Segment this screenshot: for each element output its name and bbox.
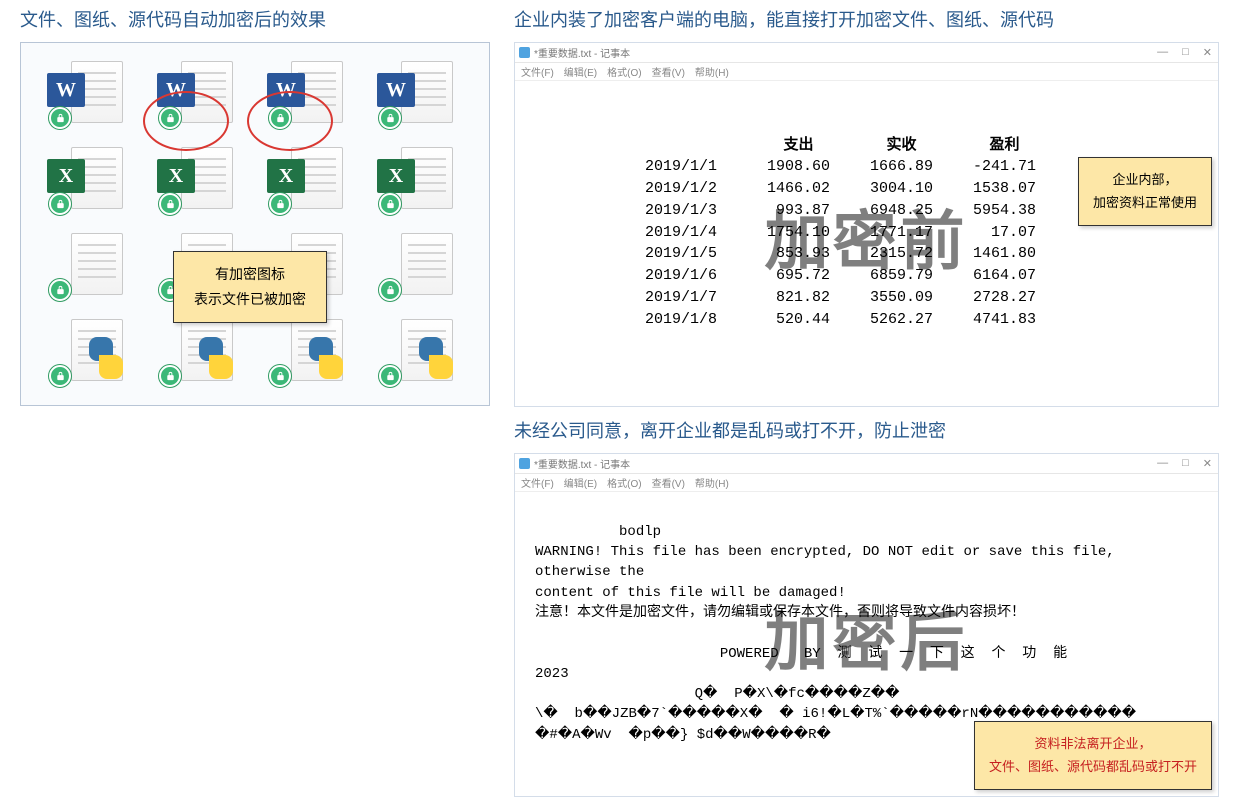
table-row: 2019/1/7821.823550.092728.27 [625,287,1056,309]
window-titlebar: *重要数据.txt - 记事本 — □ ✕ [515,43,1218,63]
lock-icon [49,107,71,129]
max-icon[interactable]: □ [1182,457,1189,470]
lock-icon [379,365,401,387]
file-icon-word: W [157,61,237,129]
heading-right2: 未经公司同意，离开企业都是乱码或打不开，防止泄密 [514,417,1219,443]
window-title: *重要数据.txt - 记事本 [534,456,630,471]
menu-item[interactable]: 文件(F) [521,475,554,490]
table-row: 2019/1/3993.876948.255954.38 [625,200,1056,222]
menu-item[interactable]: 帮助(H) [695,64,729,79]
lock-icon [379,279,401,301]
lock-icon [159,193,181,215]
file-icon-py [157,319,237,387]
lock-icon [49,193,71,215]
callout-line: 表示文件已被加密 [194,287,306,312]
lock-icon [159,365,181,387]
col-header: 盈利 [953,135,1056,157]
callout-right1: 企业内部， 加密资料正常使用 [1078,157,1212,226]
file-icon-py [377,319,457,387]
lock-icon [379,193,401,215]
table-row: 2019/1/41754.101771.1717.07 [625,222,1056,244]
lock-icon [269,193,291,215]
file-icon-excel: X [157,147,237,215]
callout-line: 文件、图纸、源代码都乱码或打不开 [989,755,1197,778]
window-titlebar: *重要数据.txt - 记事本 — □ ✕ [515,454,1218,474]
col-header: 支出 [747,135,850,157]
file-icon-word: W [267,61,347,129]
callout-line: 资料非法离开企业， [989,732,1197,755]
close-icon[interactable]: ✕ [1203,457,1212,470]
file-icon-blank [377,233,457,301]
heading-left: 文件、图纸、源代码自动加密后的效果 [20,6,490,32]
menu-item[interactable]: 编辑(E) [564,475,597,490]
menu-item[interactable]: 文件(F) [521,64,554,79]
lock-icon [269,365,291,387]
callout-line: 加密资料正常使用 [1093,191,1197,214]
callout-line: 企业内部， [1093,168,1197,191]
encrypted-text: bodlp WARNING! This file has been encryp… [535,524,1136,743]
table-row: 2019/1/5853.932315.721461.80 [625,243,1056,265]
file-icon-excel: X [377,147,457,215]
menu-item[interactable]: 查看(V) [652,475,685,490]
file-icon-word: W [377,61,457,129]
callout-line: 有加密图标 [194,262,306,287]
max-icon[interactable]: □ [1182,46,1189,59]
close-icon[interactable]: ✕ [1203,46,1212,59]
menu-item[interactable]: 编辑(E) [564,64,597,79]
callout-left: 有加密图标 表示文件已被加密 [173,251,327,323]
lock-icon [379,107,401,129]
file-icon-word: W [47,61,127,129]
min-icon[interactable]: — [1157,46,1168,59]
col-header: 实收 [850,135,953,157]
lock-icon [159,107,181,129]
file-icon-py [47,319,127,387]
file-icon-excel: X [267,147,347,215]
lock-icon [269,107,291,129]
notepad-icon [519,458,530,469]
window-menubar: 文件(F) 编辑(E) 格式(O) 查看(V) 帮助(H) [515,63,1218,81]
table-row: 2019/1/11908.601666.89-241.71 [625,156,1056,178]
menu-item[interactable]: 格式(O) [607,475,641,490]
lock-icon [49,365,71,387]
table-row: 2019/1/8520.445262.274741.83 [625,309,1056,331]
lock-icon [49,279,71,301]
callout-right2: 资料非法离开企业， 文件、图纸、源代码都乱码或打不开 [974,721,1212,790]
table-row: 2019/1/21466.023004.101538.07 [625,178,1056,200]
icon-panel: WWWWXXXX 有加密图标 表示文件已被加密 [20,42,490,406]
data-table: 支出实收盈利 2019/1/11908.601666.89-241.712019… [625,135,1056,331]
window-title: *重要数据.txt - 记事本 [534,45,630,60]
file-icon-py [267,319,347,387]
menu-item[interactable]: 查看(V) [652,64,685,79]
notepad-body: 支出实收盈利 2019/1/11908.601666.89-241.712019… [515,81,1218,406]
file-icon-excel: X [47,147,127,215]
file-icon-blank [47,233,127,301]
window-menubar: 文件(F) 编辑(E) 格式(O) 查看(V) 帮助(H) [515,474,1218,492]
notepad-before: *重要数据.txt - 记事本 — □ ✕ 文件(F) 编辑(E) 格式(O) 查看(… [514,42,1219,407]
menu-item[interactable]: 格式(O) [607,64,641,79]
heading-right1: 企业内装了加密客户端的电脑，能直接打开加密文件、图纸、源代码 [514,6,1219,32]
min-icon[interactable]: — [1157,457,1168,470]
menu-item[interactable]: 帮助(H) [695,475,729,490]
table-row: 2019/1/6695.726859.796164.07 [625,265,1056,287]
notepad-after: *重要数据.txt - 记事本 — □ ✕ 文件(F) 编辑(E) 格式(O) 查看(… [514,453,1219,797]
notepad-icon [519,47,530,58]
